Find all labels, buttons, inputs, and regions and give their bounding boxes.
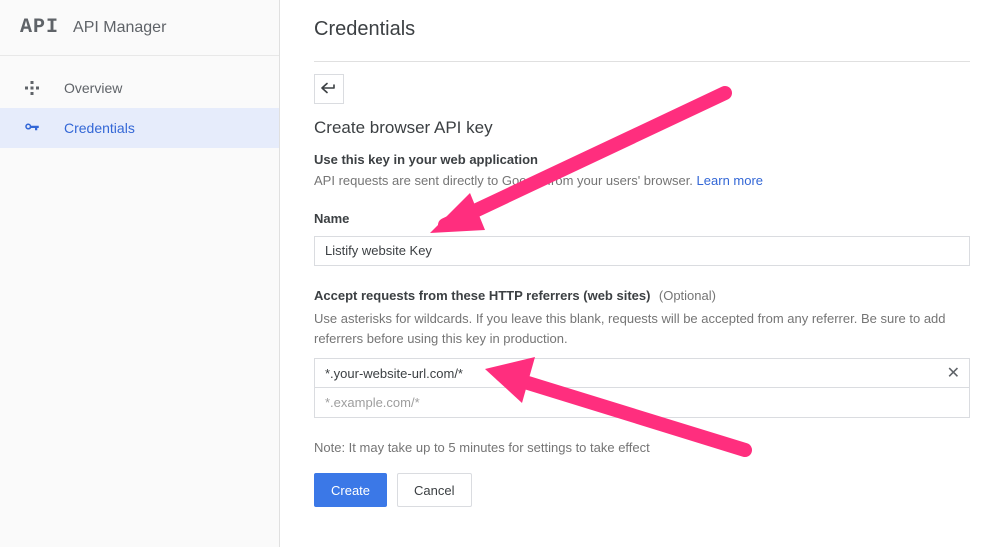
create-button[interactable]: Create: [314, 473, 387, 507]
referrer-input-empty[interactable]: [314, 388, 970, 418]
usage-heading: Use this key in your web application: [314, 152, 970, 167]
name-input[interactable]: [314, 236, 970, 266]
sidebar-header: API API Manager: [0, 0, 279, 56]
referrers-help: Use asterisks for wildcards. If you leav…: [314, 309, 970, 348]
sidebar-item-label: Overview: [64, 80, 122, 96]
section-title: Create browser API key: [314, 118, 970, 138]
back-button[interactable]: [314, 74, 344, 104]
clear-referrer-button[interactable]: ✕: [947, 363, 960, 383]
diamond-icon: [22, 78, 42, 98]
back-arrow-icon: [321, 82, 337, 97]
referrer-input-filled[interactable]: [314, 358, 970, 388]
button-row: Create Cancel: [314, 473, 970, 507]
divider: [314, 61, 970, 62]
name-field-group: Name: [314, 211, 970, 266]
referrers-optional: (Optional): [659, 288, 716, 303]
referrers-field-group: Accept requests from these HTTP referrer…: [314, 286, 970, 419]
key-icon: [22, 118, 42, 138]
usage-help-text: API requests are sent directly to Google…: [314, 173, 697, 188]
sidebar-item-overview[interactable]: Overview: [0, 68, 279, 108]
main-content: Credentials Create browser API key Use t…: [280, 0, 1000, 547]
name-label: Name: [314, 211, 970, 226]
sidebar-item-credentials[interactable]: Credentials: [0, 108, 279, 148]
usage-help: API requests are sent directly to Google…: [314, 171, 970, 191]
app-title: API Manager: [73, 19, 166, 37]
page-title: Credentials: [314, 0, 970, 61]
referrers-label-row: Accept requests from these HTTP referrer…: [314, 286, 970, 306]
learn-more-link[interactable]: Learn more: [697, 173, 763, 188]
sidebar-item-label: Credentials: [64, 120, 135, 136]
close-icon: ✕: [947, 365, 960, 382]
referrer-new-row: [314, 388, 970, 418]
nav: Overview Credentials: [0, 56, 279, 148]
referrer-item-row: ✕: [314, 358, 970, 388]
note-text: Note: It may take up to 5 minutes for se…: [314, 440, 970, 455]
cancel-button[interactable]: Cancel: [397, 473, 471, 507]
referrers-label: Accept requests from these HTTP referrer…: [314, 288, 650, 303]
sidebar: API API Manager Overview Credentials: [0, 0, 280, 547]
api-logo: API: [20, 16, 59, 39]
